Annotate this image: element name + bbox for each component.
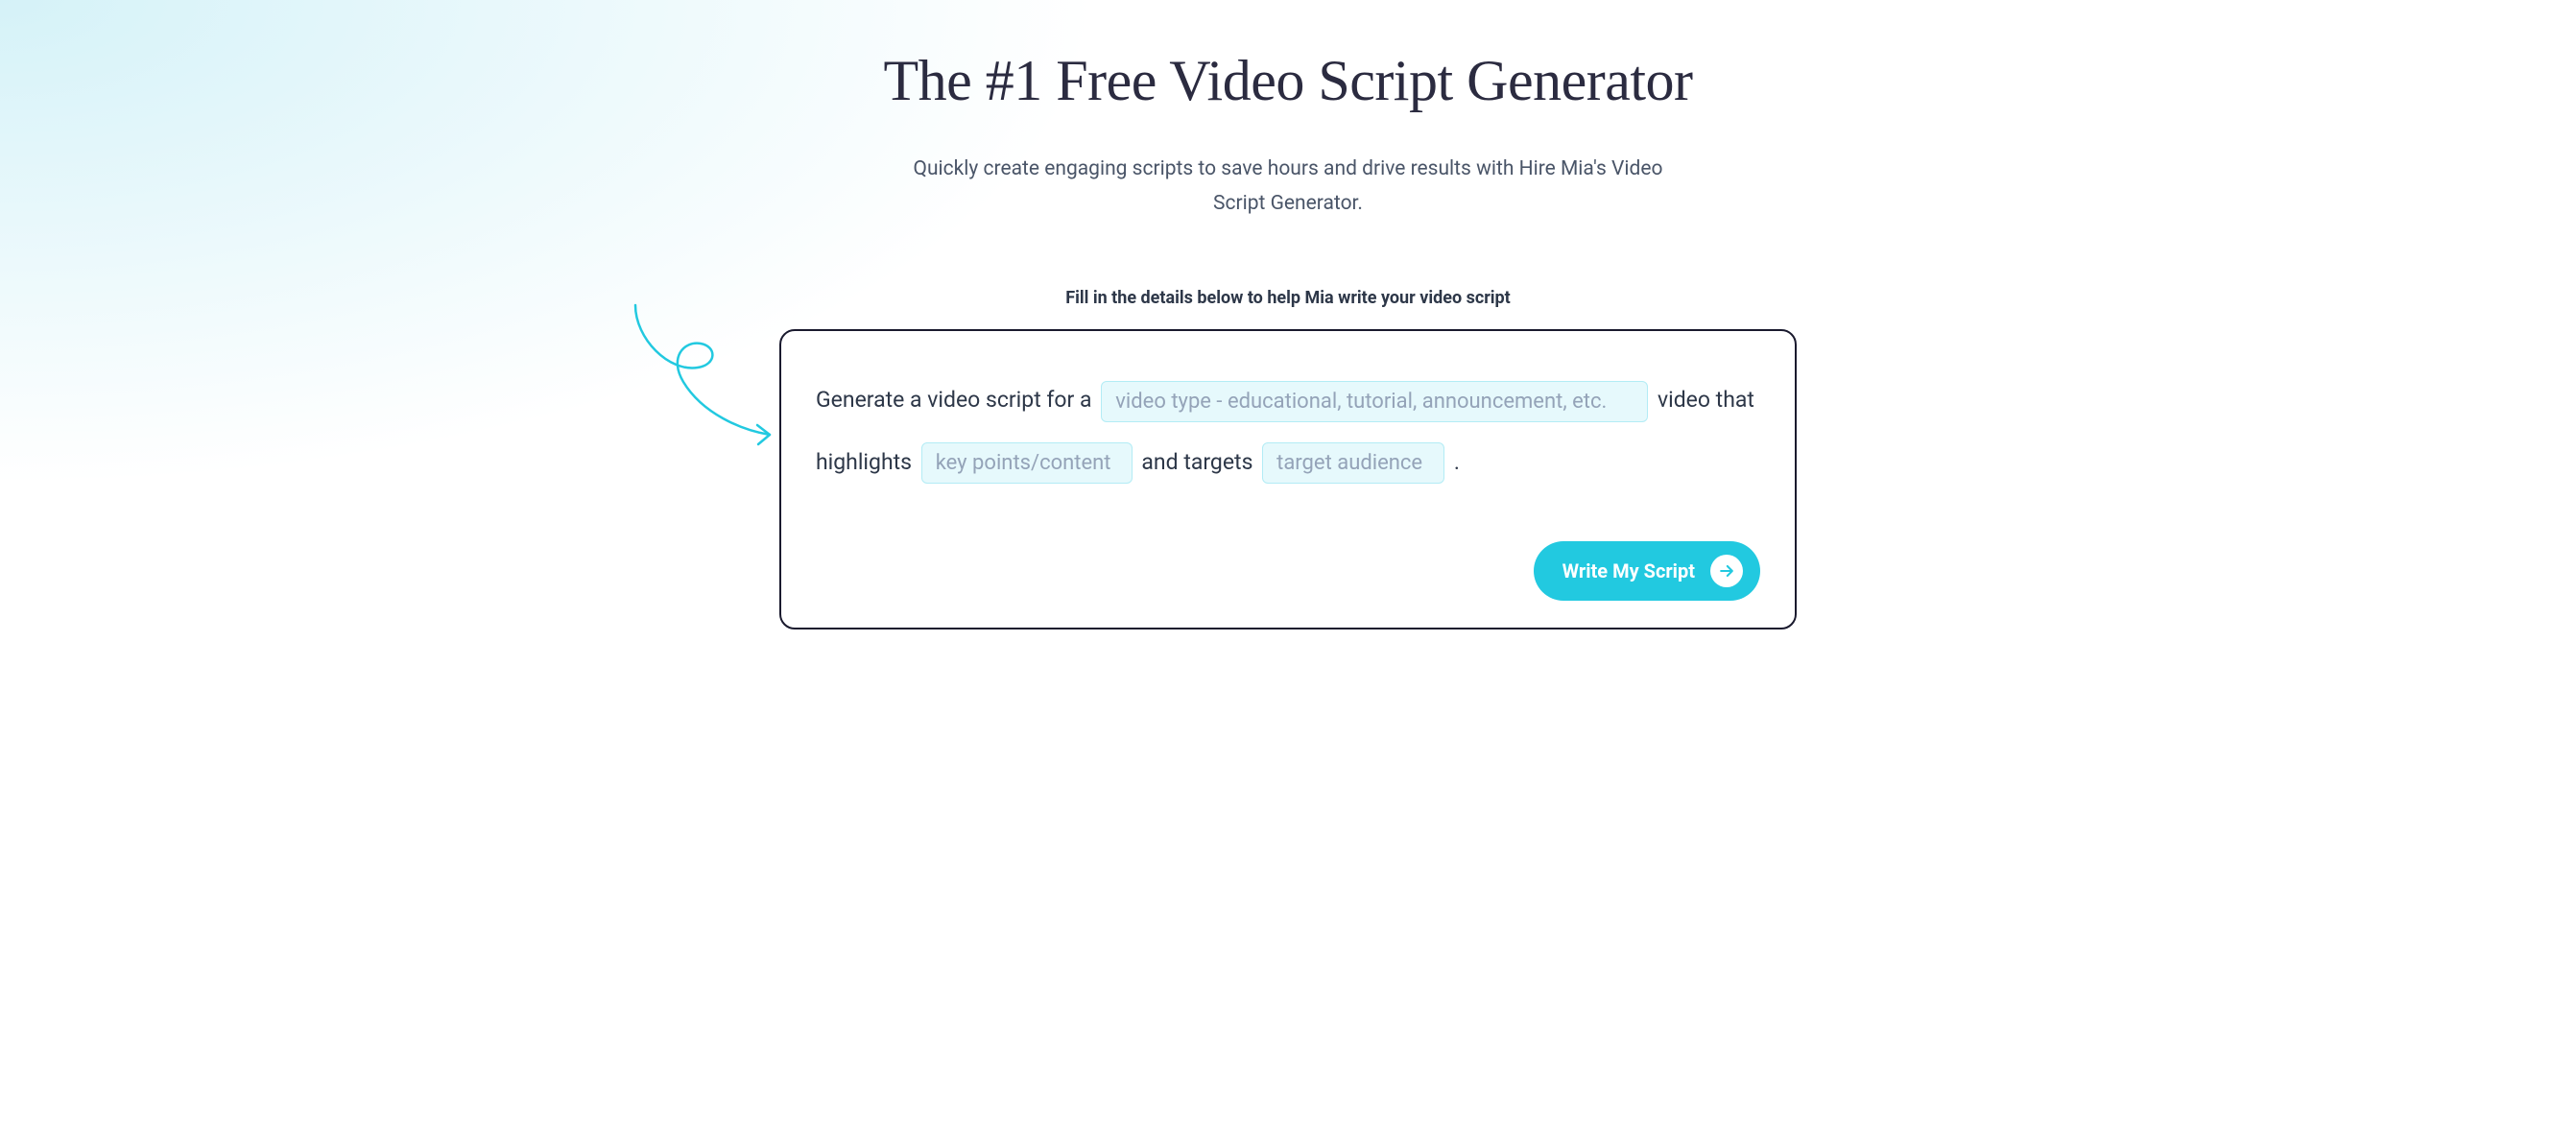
button-row: Write My Script [816,541,1760,601]
prompt-sentence: Generate a video script for a video that… [816,369,1760,493]
form-wrapper: Generate a video script for a video that… [779,329,1797,629]
write-script-button[interactable]: Write My Script [1534,541,1760,601]
page-subtitle: Quickly create engaging scripts to save … [894,153,1682,221]
target-audience-input[interactable] [1262,442,1444,484]
key-points-input[interactable] [921,442,1133,484]
form-card: Generate a video script for a video that… [779,329,1797,629]
page-title: The #1 Free Video Script Generator [644,48,1932,114]
decorative-arrow-icon [616,300,779,473]
form-instruction: Fill in the details below to help Mia wr… [644,288,1932,308]
page-container: The #1 Free Video Script Generator Quick… [644,48,1932,629]
prompt-text-after-keypoints: and targets [1136,449,1258,475]
arrow-right-icon [1710,555,1743,587]
video-type-input[interactable] [1101,381,1648,422]
write-script-button-label: Write My Script [1562,559,1695,582]
prompt-text-prefix: Generate a video script for a [816,387,1097,413]
prompt-text-suffix: . [1448,449,1460,475]
